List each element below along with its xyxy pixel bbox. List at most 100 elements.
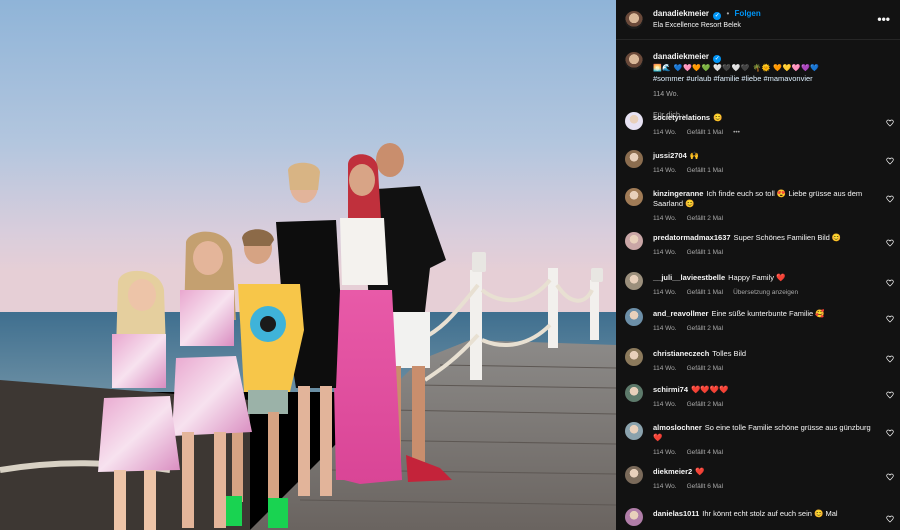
comment-time: 114 Wo. <box>653 483 677 490</box>
translation-link[interactable]: Übersetzung anzeigen <box>733 289 798 296</box>
commenter-username[interactable]: __juli__lavieestbelle <box>653 273 725 282</box>
author-username[interactable]: danadiekmeier <box>653 9 709 18</box>
comment-meta: 114 Wo. Gefällt 1 Mal ••• <box>653 128 873 138</box>
caption-emoji-line: 🌅🌊 💙🩷🧡💚 🤍🖤🤍🖤 🌴🌞 🧡💛🩷💜💙 <box>653 65 820 72</box>
comment-body: predatormadmax1637 Super Schönes Familien… <box>653 233 873 258</box>
commenter-avatar[interactable] <box>625 232 643 250</box>
comment-meta: 114 Wo. Gefällt 4 Mal <box>653 448 873 458</box>
comment-time: 114 Wo. <box>653 167 677 174</box>
commenter-username[interactable]: and_reavollmer <box>653 309 708 318</box>
comment-likes[interactable]: Gefällt 2 Mal <box>687 401 724 408</box>
more-options-icon[interactable]: ••• <box>877 12 890 26</box>
comment-likes[interactable]: Gefällt 1 Mal <box>687 289 724 296</box>
author-avatar[interactable] <box>625 10 643 29</box>
post-sidebar: danadiekmeier ✓ • Folgen Ela Excellence … <box>616 0 900 530</box>
comment-meta: 114 Wo. Gefällt 1 Mal <box>653 248 873 258</box>
like-heart-icon[interactable] <box>886 195 894 203</box>
comment-likes[interactable]: Gefällt 1 Mal <box>687 167 724 174</box>
comment-likes[interactable]: Gefällt 4 Mal <box>687 449 724 456</box>
comment-time: 114 Wo. <box>653 249 677 256</box>
comment-text: ❤️ <box>695 467 705 476</box>
comment-text: 😊 <box>713 113 723 122</box>
comment-body: christianeczech Tolles Bild 114 Wo. Gefällt… <box>653 349 873 374</box>
comment-time: 114 Wo. <box>653 449 677 456</box>
comment-body: jussi2704 🙌 114 Wo. Gefällt 1 Mal <box>653 151 873 176</box>
comment-likes[interactable]: Gefällt 2 Mal <box>687 215 724 222</box>
caption-hashtags[interactable]: #sommer #urlaub #familie #liebe #mamavon… <box>653 74 888 84</box>
comment-body: danielas1011 Ihr könnt echt stolz auf euc… <box>653 509 873 519</box>
like-heart-icon[interactable] <box>886 239 894 247</box>
family-beach-photo <box>0 0 616 530</box>
comment-time: 114 Wo. <box>653 401 677 408</box>
like-heart-icon[interactable] <box>886 515 894 523</box>
location-link[interactable]: Ela Excellence Resort Belek <box>653 20 761 31</box>
commenter-username[interactable]: diekmeier2 <box>653 467 692 476</box>
post-caption: danadiekmeier ✓ 🌅🌊 💙🩷🧡💚 🤍🖤🤍🖤 🌴🌞 🧡💛🩷💜💙 #s… <box>616 40 900 100</box>
like-heart-icon[interactable] <box>886 119 894 127</box>
comment-meta: 114 Wo. Gefällt 2 Mal <box>653 400 873 410</box>
comment-meta: 114 Wo. Gefällt 2 Mal <box>653 214 873 224</box>
commenter-avatar[interactable] <box>625 112 643 130</box>
comment-text: Ihr könnt echt stolz auf euch sein 😊 Mal <box>702 509 838 518</box>
comment-text: Happy Family ❤️ <box>728 273 786 282</box>
comment-text: Tolles Bild <box>712 349 747 358</box>
comment-meta: 114 Wo. Gefällt 2 Mal <box>653 364 873 374</box>
like-heart-icon[interactable] <box>886 279 894 287</box>
commenter-username[interactable]: christianeczech <box>653 349 709 358</box>
comment-time: 114 Wo. <box>653 129 677 136</box>
commenter-avatar[interactable] <box>625 508 643 526</box>
comment-meta: 114 Wo. Gefällt 1 Mal <box>653 166 873 176</box>
commenter-avatar[interactable] <box>625 272 643 290</box>
commenter-username[interactable]: danielas1011 <box>653 509 699 518</box>
like-heart-icon[interactable] <box>886 429 894 437</box>
like-heart-icon[interactable] <box>886 391 894 399</box>
comment-meta: 114 Wo. Gefällt 6 Mal <box>653 482 873 492</box>
comment-body: almoslochner So eine tolle Familie schöne… <box>653 423 873 458</box>
comment-body: and_reavollmer Eine süße kunterbunte Fami… <box>653 309 873 334</box>
separator-dot: • <box>726 9 730 18</box>
like-heart-icon[interactable] <box>886 473 894 481</box>
comment-body: societyrelations 😊 114 Wo. Gefällt 1 Mal ••• <box>653 113 873 138</box>
commenter-avatar[interactable] <box>625 188 643 206</box>
comment-body: schirmi74 ❤️❤️❤️❤️ 114 Wo. Gefällt 2 Mal <box>653 385 873 410</box>
comment-text: Super Schönes Familien Bild 😊 <box>733 233 842 242</box>
comment-likes[interactable]: Gefällt 2 Mal <box>687 325 724 332</box>
commenter-username[interactable]: predatormadmax1637 <box>653 233 731 242</box>
commenter-username[interactable]: kinzingeranne <box>653 189 703 198</box>
comment-time: 114 Wo. <box>653 365 677 372</box>
comment-meta: 114 Wo. Gefällt 1 Mal Übersetzung anzeigen <box>653 288 873 298</box>
caption-username[interactable]: danadiekmeier <box>653 52 709 61</box>
commenter-avatar[interactable] <box>625 384 643 402</box>
commenter-avatar[interactable] <box>625 150 643 168</box>
author-info: danadiekmeier ✓ • Folgen Ela Excellence … <box>653 8 761 31</box>
comment-meta: 114 Wo. Gefällt 2 Mal <box>653 324 873 334</box>
post-viewer: danadiekmeier ✓ • Folgen Ela Excellence … <box>0 0 900 530</box>
post-photo[interactable] <box>0 0 616 530</box>
like-heart-icon[interactable] <box>886 157 894 165</box>
verified-icon: ✓ <box>713 12 722 20</box>
commenter-avatar[interactable] <box>625 422 643 440</box>
comment-body: kinzingeranne Ich finde euch so toll 😍 Li… <box>653 189 873 224</box>
comment-likes[interactable]: Gefällt 1 Mal <box>687 129 724 136</box>
caption-body: danadiekmeier ✓ 🌅🌊 💙🩷🧡💚 🤍🖤🤍🖤 🌴🌞 🧡💛🩷💜💙 #s… <box>653 52 888 100</box>
comment-likes[interactable]: Gefällt 2 Mal <box>687 365 724 372</box>
commenter-avatar[interactable] <box>625 466 643 484</box>
commenter-avatar[interactable] <box>625 348 643 366</box>
post-header: danadiekmeier ✓ • Folgen Ela Excellence … <box>616 0 900 40</box>
follow-button[interactable]: Folgen <box>735 9 761 18</box>
like-heart-icon[interactable] <box>886 355 894 363</box>
comment-more-icon[interactable]: ••• <box>733 129 740 136</box>
commenter-username[interactable]: jussi2704 <box>653 151 687 160</box>
caption-avatar[interactable] <box>625 52 643 70</box>
commenter-username[interactable]: schirmi74 <box>653 385 688 394</box>
verified-icon: ✓ <box>713 55 722 63</box>
comment-time: 114 Wo. <box>653 289 677 296</box>
comment-time: 114 Wo. <box>653 215 677 222</box>
comment-time: 114 Wo. <box>653 325 677 332</box>
commenter-avatar[interactable] <box>625 308 643 326</box>
comment-likes[interactable]: Gefällt 1 Mal <box>687 249 724 256</box>
commenter-username[interactable]: almoslochner <box>653 423 702 432</box>
commenter-username[interactable]: societyrelations <box>653 113 710 122</box>
like-heart-icon[interactable] <box>886 315 894 323</box>
comment-likes[interactable]: Gefällt 6 Mal <box>687 483 724 490</box>
